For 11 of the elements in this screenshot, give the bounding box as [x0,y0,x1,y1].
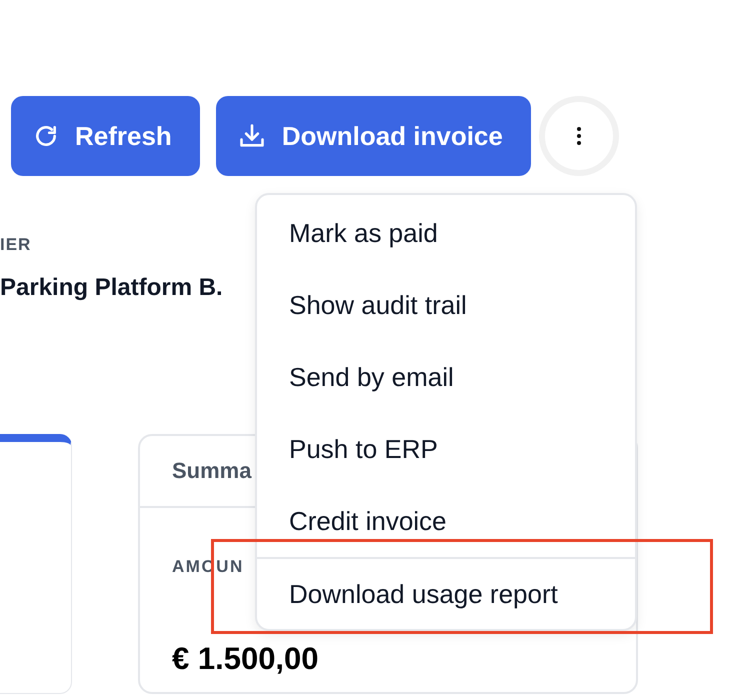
menu-item[interactable]: Mark as paid [257,197,635,269]
download-button[interactable]: Download invoice [216,96,531,176]
menu-item[interactable]: Send by email [257,341,635,413]
refresh-icon [33,123,59,149]
customer-label: IER [0,234,32,256]
menu-item[interactable]: Show audit trail [257,269,635,341]
refresh-button[interactable]: Refresh [11,96,200,176]
more-icon [576,126,582,146]
customer-name: Parking Platform B. [0,273,223,303]
amount-value: € 1.500,00 [172,640,320,678]
menu-item[interactable]: Download usage report [257,557,635,629]
